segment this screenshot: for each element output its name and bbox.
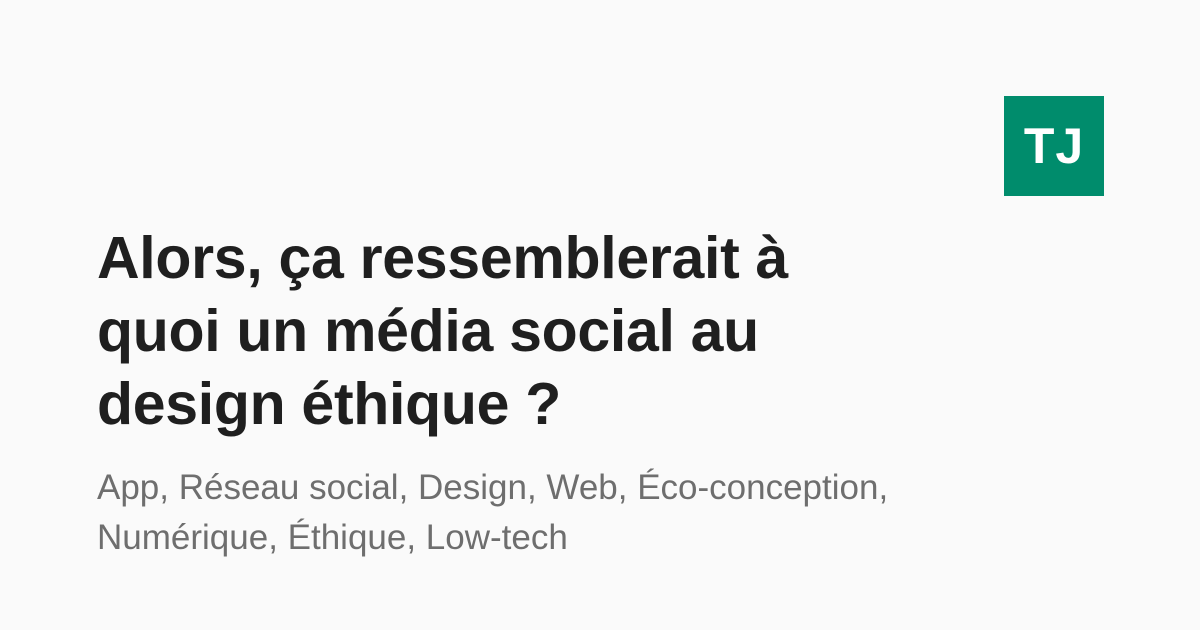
article-title: Alors, ça ressemblerait à quoi un média … bbox=[97, 225, 789, 437]
logo-text: TJ bbox=[1023, 118, 1085, 174]
site-logo: TJ bbox=[1004, 96, 1104, 196]
article-tags: App, Réseau social, Design, Web, Éco-con… bbox=[97, 468, 889, 557]
